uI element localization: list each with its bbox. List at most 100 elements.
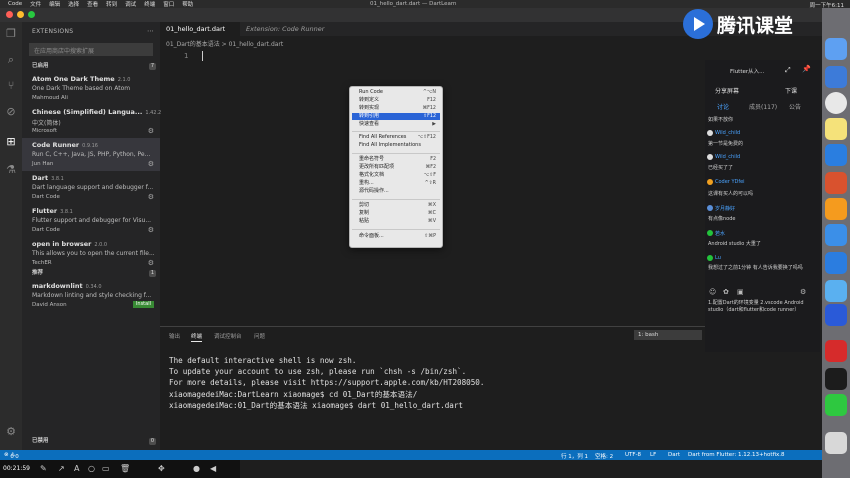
tab-discussion[interactable]: 讨论 [717, 102, 729, 111]
encoding[interactable]: UTF-8 [625, 452, 641, 458]
problems-indicator[interactable]: ⊗ 0 ⚠ 0 [4, 452, 19, 460]
folder-icon[interactable] [825, 280, 847, 302]
powerpoint-icon[interactable] [825, 172, 847, 194]
search-icon[interactable]: ⌕ [5, 54, 17, 66]
menu-select[interactable]: 选择 [68, 0, 79, 8]
menu-item-peek[interactable]: 快速查看 ▶ [352, 121, 440, 128]
ring-app-icon[interactable] [825, 198, 847, 220]
chat-username[interactable]: Coder YDfei [715, 179, 745, 185]
trash-bin-icon[interactable] [825, 432, 847, 454]
menu-go[interactable]: 转到 [106, 0, 117, 8]
chat-username[interactable]: Wild_child [715, 154, 740, 160]
notes-icon[interactable] [825, 118, 847, 140]
section-disabled[interactable]: 已禁用 0 [22, 437, 160, 446]
settings-icon[interactable]: ⚙ [800, 288, 806, 296]
tab-output[interactable]: 输出 [169, 332, 180, 340]
wechat-icon[interactable] [825, 394, 847, 416]
menu-edit[interactable]: 编辑 [49, 0, 60, 8]
extension-item[interactable]: Dart 3.8.1 Dart language support and debu… [22, 171, 160, 204]
menu-item-source-action[interactable]: 源代码操作... [352, 188, 440, 195]
trash-icon[interactable]: 🗑 [120, 464, 130, 473]
debug-icon[interactable]: ⊘ [5, 106, 17, 118]
flutter-sdk[interactable]: Dart from Flutter: 1.12.13+hotfix.8 [688, 452, 785, 458]
menu-item-command-palette[interactable]: 命令面板... ⇧⌘P [352, 233, 440, 240]
zoom-window-button[interactable] [28, 11, 35, 18]
emoji-icon[interactable]: ☺ [709, 288, 716, 296]
flask-icon[interactable]: ⚗ [5, 164, 17, 176]
section-enabled[interactable]: 已启用 7 [22, 62, 160, 71]
app-store-icon[interactable] [825, 66, 847, 88]
menu-item-change-all-occurrences[interactable]: 更改所有匹配项 ⌘F2 [352, 164, 440, 171]
terminal-line[interactable]: xiaomagedeiMac:01_Dart的基本语法 xiaomage$ da… [169, 400, 468, 411]
install-button[interactable]: Install [132, 301, 154, 308]
menu-item-cut[interactable]: 剪切 ⌘X [352, 202, 440, 209]
menu-window[interactable]: 窗口 [163, 0, 174, 8]
rectangle-icon[interactable]: ▭ [102, 464, 110, 473]
tencent-class-icon[interactable] [825, 224, 847, 246]
more-actions-icon[interactable]: ⋯ [147, 27, 154, 35]
flower-icon[interactable]: ✿ [723, 288, 729, 296]
section-recommended[interactable]: 推荐 1 [22, 269, 160, 278]
source-control-icon[interactable]: ⑂ [5, 80, 17, 92]
tab-announcement[interactable]: 公告 [789, 102, 801, 111]
terminal-app-icon[interactable] [825, 368, 847, 390]
gear-icon[interactable]: ⚙ [148, 193, 154, 201]
menu-help[interactable]: 帮助 [182, 0, 193, 8]
settings-gear-icon[interactable]: ⚙ [5, 426, 17, 438]
menu-file[interactable]: 文件 [30, 0, 41, 8]
menu-item-go-to-definition[interactable]: 转到定义 F12 [352, 97, 440, 104]
chat-username[interactable]: 岁月静好 [715, 205, 735, 212]
menu-item-go-to-references[interactable]: 转到引用 ⇧F12 [352, 113, 440, 120]
menu-item-find-all-references[interactable]: Find All References ⌥⇧F12 [352, 134, 440, 141]
extension-item[interactable]: Atom One Dark Theme 2.1.0 One Dark Theme … [22, 72, 160, 105]
tab-problems[interactable]: 问题 [254, 332, 265, 340]
xcode-icon[interactable] [825, 252, 847, 274]
tab-extension-code-runner[interactable]: Extension: Code Runner [240, 22, 340, 36]
tab-hello-dart[interactable]: 01_hello_dart.dart [160, 22, 240, 36]
gear-icon[interactable]: ⚙ [148, 259, 154, 267]
menu-item-find-all-implementations[interactable]: Find All Implementations [352, 142, 440, 149]
menu-item-format-document[interactable]: 格式化文档 ⌥⇧F [352, 172, 440, 179]
menu-item-copy[interactable]: 复制 ⌘C [352, 210, 440, 217]
gear-icon[interactable]: ⚙ [148, 127, 154, 135]
grid-app-icon[interactable] [825, 304, 847, 326]
menu-item-run-code[interactable]: Run Code ^⌥N [352, 89, 440, 96]
close-window-button[interactable] [6, 11, 13, 18]
eol[interactable]: LF [650, 452, 656, 458]
finder-icon[interactable] [825, 38, 847, 60]
volume-icon[interactable]: ◀ [210, 464, 216, 473]
chat-username[interactable]: Lu [715, 255, 721, 261]
extensions-icon[interactable]: ⊞ [5, 136, 17, 148]
extension-item[interactable]: Chinese (Simplified) Langua... 1.42.2 中文(… [22, 105, 161, 138]
extension-item[interactable]: open in browser 2.0.0 This allows you to … [22, 237, 160, 270]
terminal-select[interactable]: 1: bash [634, 330, 702, 340]
menu-item-rename-symbol[interactable]: 重命名符号 F2 [352, 156, 440, 163]
explorer-icon[interactable]: ❐ [5, 28, 17, 40]
language-mode[interactable]: Dart [668, 452, 680, 458]
indentation[interactable]: 空格: 2 [595, 452, 613, 460]
pen-icon[interactable]: ✎ [40, 464, 47, 473]
chrome-icon[interactable] [825, 92, 847, 114]
extension-item[interactable]: Flutter 3.8.1 Flutter support and debugge… [22, 204, 160, 237]
chat-username[interactable]: Wild_child [715, 130, 740, 136]
minimize-window-button[interactable] [17, 11, 24, 18]
extension-item[interactable]: markdownlint 0.34.0 Markdown linting and … [22, 279, 160, 312]
pin-icon[interactable]: 📌 [802, 65, 811, 73]
tab-debug-console[interactable]: 调试控制台 [214, 332, 242, 340]
extensions-search-input[interactable]: 在应用商店中搜索扩展 [29, 43, 153, 56]
share-screen-button[interactable]: 分享屏幕 [715, 86, 739, 95]
menu-item-paste[interactable]: 粘贴 ⌘V [352, 218, 440, 225]
tab-members[interactable]: 成员(117) [749, 102, 777, 111]
youdao-icon[interactable] [825, 340, 847, 362]
arrow-icon[interactable]: ↗ [58, 464, 65, 473]
popout-icon[interactable]: ⤢ [785, 66, 791, 75]
extension-item-selected[interactable]: Code Runner 0.9.16 Run C, C++, Java, JS, … [22, 138, 160, 171]
microphone-icon[interactable]: ● [193, 464, 200, 473]
menu-debug[interactable]: 调试 [125, 0, 136, 8]
menu-code[interactable]: Code [8, 1, 22, 7]
gear-icon[interactable]: ⚙ [148, 160, 154, 168]
menu-terminal[interactable]: 终端 [144, 0, 155, 8]
vscode-icon[interactable] [825, 144, 847, 166]
menu-view[interactable]: 查看 [87, 0, 98, 8]
gear-icon[interactable]: ⚙ [148, 226, 154, 234]
